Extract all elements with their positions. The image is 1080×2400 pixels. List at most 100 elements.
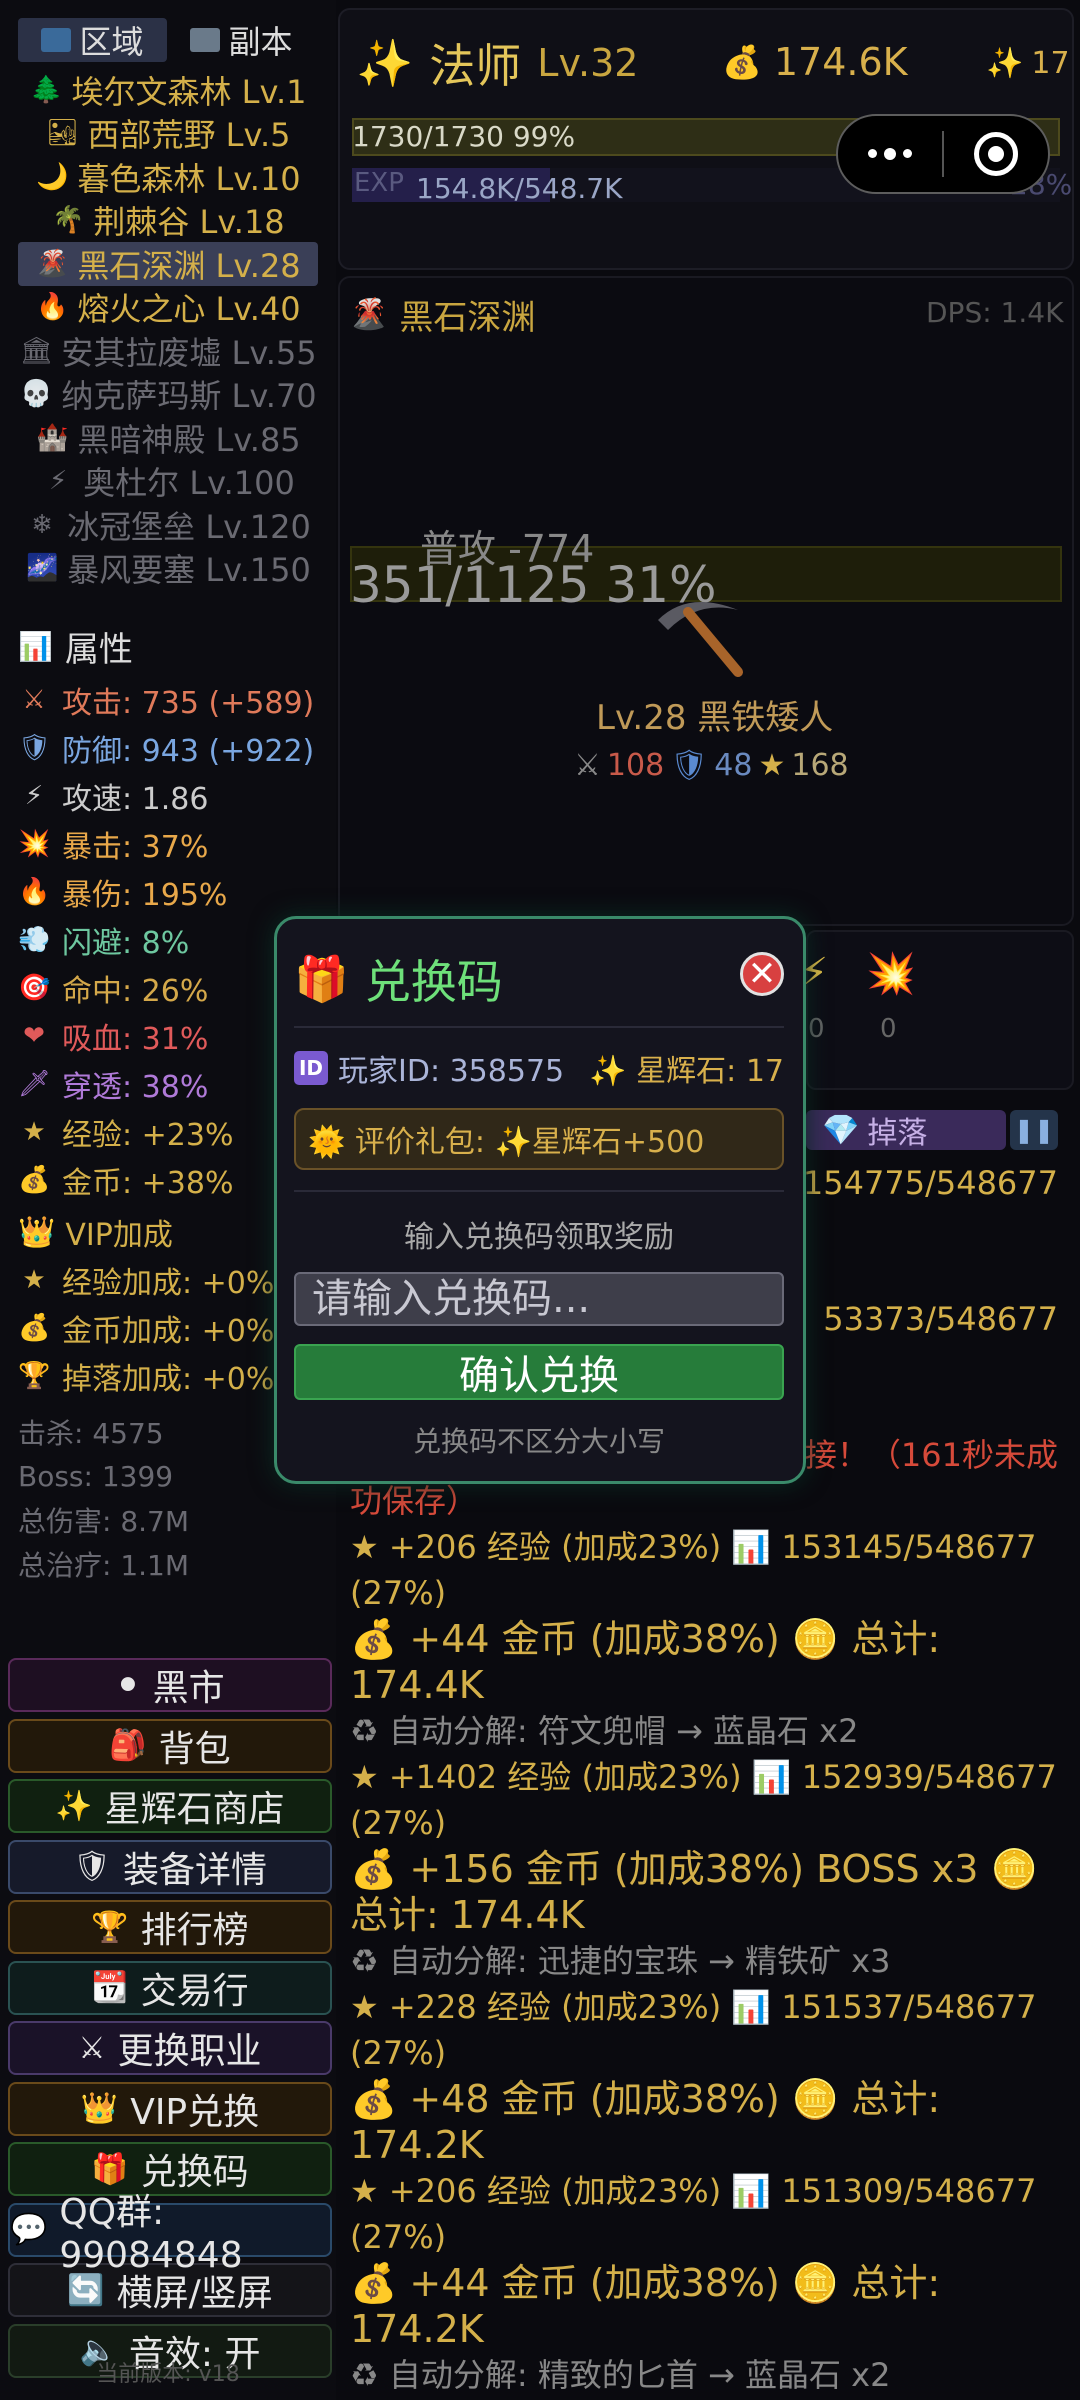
stat-row: 🔥 暴伤: 195% [18,868,336,916]
exp-text: 154.8K/548.7K [416,172,623,205]
side-menu-button[interactable]: ⚫ 黑市 [8,1658,332,1712]
stat-icon: 💨 [18,925,51,955]
tab-dungeon[interactable]: 副本 [167,18,316,62]
vip-list: ★ 经验加成: +0% 💰 金币加成: +0% 🏆 掉落加成: +0% [18,1256,274,1400]
stat-row: 💥 暴击: 37% [18,820,336,868]
dialog-header: 🎁 兑换码 [294,946,503,1012]
region-item[interactable]: 🏰 黑暗神殿 Lv.85 [18,416,318,460]
menu-icon: 🎁 [91,2151,129,2187]
side-menu-button[interactable]: 📆 交易行 [8,1960,332,2015]
region-icon: ⚡ [49,466,68,497]
stat-label: 防御: 943 (+922) [62,734,315,769]
log-entry: ♻ 自动分解: 符文兜帽 → 蓝晶石 x2 [350,1712,859,1750]
review-gift-banner[interactable]: 🌞 评价礼包: ✨星辉石+500 [294,1108,784,1170]
enemy-exp: 168 [791,748,849,783]
misc-stat: Boss: 1399 [18,1459,174,1493]
star-value: 17 [1031,46,1070,81]
menu-label: 背包 [158,1728,231,1770]
misc-stat: 击杀: 4575 [18,1417,164,1450]
class-name: 法师 [429,39,522,93]
side-menu-button[interactable]: ⚔ 更换职业 [8,2021,332,2075]
stat-label: 闪避: 8% [62,926,190,961]
region-item[interactable]: ❄ 冰冠堡垒 Lv.120 [18,503,318,547]
region-icon: 🌙 [36,161,69,192]
hp-text: 1730/1730 99% [352,120,576,153]
region-item[interactable]: 🌙 暮色森林 Lv.10 [18,155,318,199]
close-miniprogram-button[interactable] [944,132,1048,176]
pickaxe-icon [658,602,743,677]
side-menu-button[interactable]: 👑 VIP兑换 [8,2081,332,2136]
divider [294,1190,784,1192]
skill-count: 0 [880,1014,897,1044]
player-level: Lv.32 [537,41,639,85]
redeem-code-input[interactable] [294,1272,784,1326]
tab-region-label: 区域 [79,23,144,61]
dps-value: DPS: 1.4K [926,296,1064,329]
enemy-name: Lv.28 黑铁矮人 [596,698,834,738]
enemy-attack: 108 [606,748,665,783]
tab-region[interactable]: 区域 [18,18,167,62]
side-menu-button[interactable]: 🏆 排行榜 [8,1900,332,1954]
region-item[interactable]: 🌲 埃尔文森林 Lv.1 [18,68,318,112]
region-item[interactable]: 🌋 黑石深渊 Lv.28 [18,242,318,286]
menu-icon: 👑 [80,2091,119,2126]
side-menu-button[interactable]: 💬 QQ群: 99084848 [8,2192,332,2276]
region-label: 荆棘谷 Lv.18 [93,203,285,242]
target-icon [974,132,1018,176]
stat-row: 🛡 防御: 943 (+922) [18,724,336,772]
menu-icon: ✨ [55,1788,93,1824]
side-menu-button[interactable]: ✨ 星辉石商店 [8,1779,332,1833]
region-item[interactable]: 🌴 荆棘谷 Lv.18 [18,199,318,243]
player-class: ✨ 法师 Lv.32 [356,30,638,96]
region-icon: 🌋 [36,248,69,279]
pause-button[interactable]: ❚❚ [1010,1110,1058,1150]
dialog-title: 兑换码 [364,955,503,1009]
close-button[interactable]: ✕ [740,952,784,996]
tab-drops[interactable]: 💎 掉落 [806,1110,1006,1151]
side-menu-button[interactable]: 🛡 装备详情 [8,1839,332,1894]
region-item[interactable]: 🏜 西部荒野 Lv.5 [18,112,318,156]
case-insensitive-note: 兑换码不区分大小写 [412,1425,665,1458]
stat-label: 暴伤: 195% [62,878,228,913]
miniprogram-capsule [836,114,1050,194]
money-bag-icon: 💰 [722,43,762,81]
region-icon: 🌴 [52,205,85,236]
zone-name: 黑石深渊 [399,298,536,338]
stat-label: 经验: +23% [62,1118,234,1153]
region-item[interactable]: 💀 纳克萨玛斯 Lv.70 [18,373,318,417]
menu-icon: 🎒 [109,1728,147,1763]
tab-drops-label: 掉落 [867,1116,928,1151]
vip-icon: 🏆 [18,1361,51,1391]
region-label: 纳克萨玛斯 Lv.70 [61,377,317,416]
sparkle-icon: ✨ [356,35,414,90]
menu-label: 星辉石商店 [104,1789,285,1830]
region-item[interactable]: 🌌 暴风要塞 Lv.150 [18,547,318,591]
stat-row: ⚔ 攻击: 735 (+589) [18,676,336,724]
menu-icon: 💬 [10,2212,48,2247]
vip-icon: 💰 [18,1313,51,1343]
region-item[interactable]: 🔥 熔火之心 Lv.40 [18,286,318,330]
misc-stat: 总伤害: 8.7M [18,1505,190,1538]
region-icon: 🏛 [19,335,53,366]
stat-icon: ⚔ [22,685,46,715]
confirm-redeem-button[interactable]: 确认兑换 [294,1344,784,1400]
gold-value: 174.6K [773,40,908,84]
skill-panel [806,930,1074,1090]
side-menu-button[interactable]: 🎒 背包 [8,1718,332,1773]
vip-label: 经验加成: +0% [62,1266,275,1301]
castle-icon [190,28,221,52]
enemy-defense: 48 [714,748,753,783]
menu-icon: 🔄 [67,2272,105,2308]
vip-title: VIP加成 [65,1218,173,1253]
region-icon: 🏜 [45,118,79,149]
vip-label: 掉落加成: +0% [62,1362,275,1397]
vip-icon: ★ [22,1265,46,1295]
region-icon: ❄ [31,509,54,540]
stat-label: 命中: 26% [62,974,209,1009]
more-menu-button[interactable] [838,147,942,160]
vip-bonus-row: 🏆 掉落加成: +0% [18,1352,274,1400]
region-icon: 🌌 [25,553,59,584]
zone-title: 🌋 黑石深渊 [350,290,535,339]
region-item[interactable]: ⚡ 奥杜尔 Lv.100 [18,460,318,504]
region-item[interactable]: 🏛 安其拉废墟 Lv.55 [18,329,318,373]
